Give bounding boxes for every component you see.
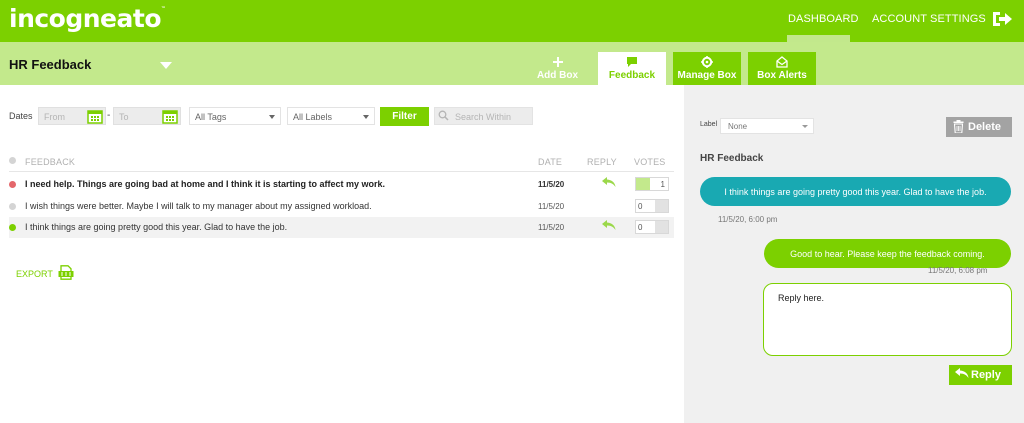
feedback-text[interactable]: I need help. Things are going bad at hom… bbox=[25, 179, 385, 189]
logout-icon[interactable] bbox=[991, 10, 1013, 28]
csv-file-icon[interactable] bbox=[58, 265, 74, 280]
column-header-votes[interactable]: VOTES bbox=[634, 157, 666, 167]
vote-counter[interactable]: 0 bbox=[635, 199, 669, 213]
reply-arrow-icon[interactable] bbox=[602, 177, 616, 187]
chevron-down-icon bbox=[269, 115, 275, 119]
header-divider bbox=[9, 171, 674, 172]
status-dot bbox=[9, 181, 16, 188]
labels-select-value: All Labels bbox=[293, 112, 333, 122]
message-bubble-outgoing: Good to hear. Please keep the feedback c… bbox=[764, 239, 1011, 268]
calendar-icon[interactable] bbox=[162, 108, 178, 124]
nav-account-settings[interactable]: ACCOUNT SETTINGS bbox=[872, 13, 986, 25]
vote-count: 1 bbox=[660, 180, 665, 189]
search-icon bbox=[438, 110, 449, 121]
chat-bubble-icon bbox=[627, 57, 637, 67]
header-status-dot bbox=[9, 157, 16, 164]
tab-box-alerts[interactable]: Box Alerts bbox=[748, 52, 816, 85]
vote-toggle bbox=[655, 200, 668, 212]
message-bubble-incoming: I think things are going pretty good thi… bbox=[700, 177, 1011, 206]
tab-manage-box[interactable]: Manage Box bbox=[673, 52, 741, 85]
tab-box-alerts-label: Box Alerts bbox=[757, 70, 807, 81]
reply-arrow-icon bbox=[955, 368, 969, 378]
box-select-caret-icon[interactable] bbox=[160, 62, 172, 69]
nav-active-indicator bbox=[787, 35, 850, 42]
feedback-date: 11/5/20 bbox=[538, 223, 565, 232]
tags-select[interactable]: All Tags bbox=[189, 107, 281, 125]
tab-feedback[interactable]: Feedback bbox=[598, 52, 666, 85]
table-row[interactable]: I need help. Things are going bad at hom… bbox=[9, 174, 674, 195]
label-select-value: None bbox=[728, 122, 748, 131]
vote-count: 0 bbox=[638, 223, 643, 232]
column-header-reply[interactable]: REPLY bbox=[587, 157, 617, 167]
vote-count: 0 bbox=[638, 202, 643, 211]
feedback-date: 11/5/20 bbox=[538, 180, 565, 189]
box-header: HR Feedback Add Box Feedback Manage Box … bbox=[0, 42, 1024, 85]
chevron-down-icon bbox=[363, 115, 369, 119]
date-range-dash: - bbox=[107, 110, 111, 121]
tags-select-value: All Tags bbox=[195, 112, 227, 122]
filter-button[interactable]: Filter bbox=[380, 107, 429, 126]
envelope-open-icon bbox=[776, 56, 788, 68]
vote-counter[interactable]: 1 bbox=[635, 177, 669, 191]
table-row[interactable]: I wish things were better. Maybe I will … bbox=[9, 196, 674, 217]
top-bar: incogneato™ DASHBOARD ACCOUNT SETTINGS bbox=[0, 0, 1024, 42]
reply-textarea[interactable]: Reply here. bbox=[763, 283, 1012, 356]
labels-select[interactable]: All Labels bbox=[287, 107, 375, 125]
vote-fill bbox=[636, 178, 650, 190]
tab-add-box[interactable]: Add Box bbox=[530, 52, 585, 85]
feedback-text[interactable]: I think things are going pretty good thi… bbox=[25, 222, 287, 232]
export-link[interactable]: EXPORT bbox=[16, 269, 53, 279]
dates-label: Dates bbox=[9, 111, 33, 121]
message-timestamp: 11/5/20, 6:00 pm bbox=[718, 215, 778, 224]
calendar-icon[interactable] bbox=[87, 108, 103, 124]
vote-toggle bbox=[655, 221, 668, 233]
tab-add-box-label: Add Box bbox=[536, 70, 579, 81]
nav-dashboard[interactable]: DASHBOARD bbox=[788, 13, 859, 25]
incogneato-logo[interactable]: incogneato™ bbox=[9, 4, 166, 33]
table-row[interactable]: I think things are going pretty good thi… bbox=[9, 217, 674, 238]
trash-icon bbox=[953, 120, 964, 133]
chevron-down-icon bbox=[802, 125, 808, 128]
label-caption: Label bbox=[700, 121, 718, 128]
plus-icon bbox=[552, 57, 563, 67]
feedback-date: 11/5/20 bbox=[538, 202, 565, 211]
status-dot bbox=[9, 224, 16, 231]
tab-feedback-label: Feedback bbox=[608, 70, 656, 81]
gear-icon bbox=[701, 56, 713, 68]
vote-counter[interactable]: 0 bbox=[635, 220, 669, 234]
column-header-date[interactable]: DATE bbox=[538, 157, 562, 167]
tab-manage-box-label: Manage Box bbox=[677, 70, 737, 81]
label-select[interactable]: None bbox=[720, 118, 814, 134]
status-dot bbox=[9, 203, 16, 210]
box-title: HR Feedback bbox=[9, 57, 92, 72]
column-header-feedback[interactable]: FEEDBACK bbox=[25, 157, 75, 167]
message-timestamp: 11/5/20, 6:08 pm bbox=[928, 266, 988, 275]
feedback-text[interactable]: I wish things were better. Maybe I will … bbox=[25, 201, 372, 211]
reply-arrow-icon[interactable] bbox=[602, 220, 616, 230]
detail-title: HR Feedback bbox=[700, 153, 764, 164]
